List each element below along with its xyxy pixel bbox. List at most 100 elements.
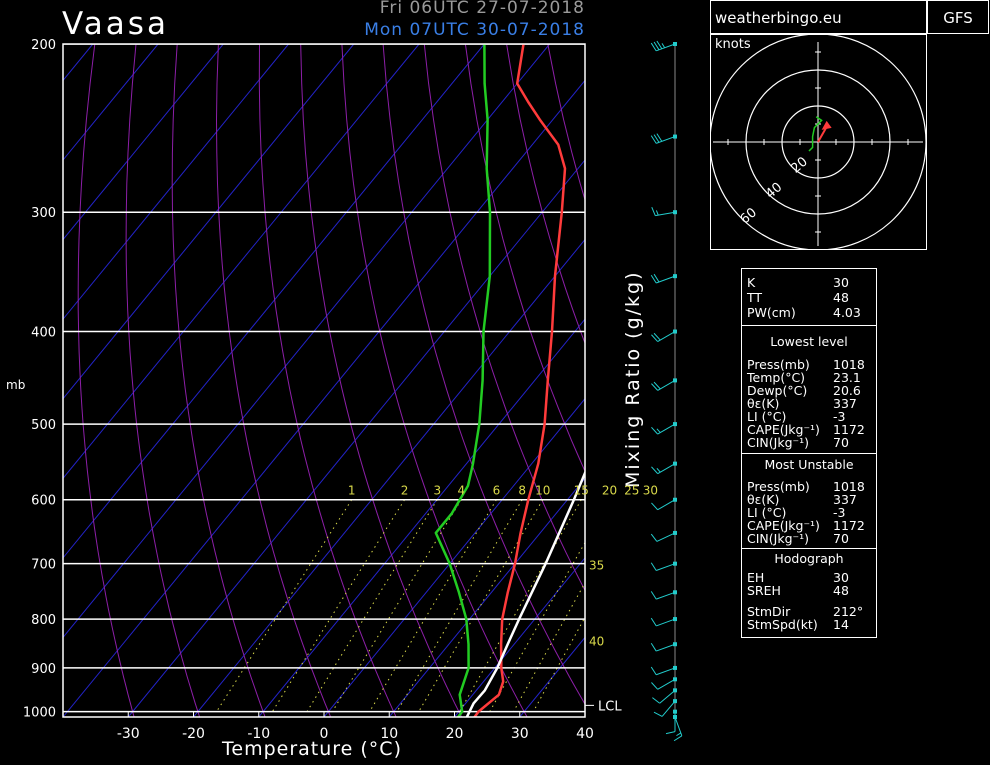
isotherm-line	[63, 44, 485, 559]
hodograph-chart: 204060	[711, 35, 926, 249]
pressure-tick-label: 600	[31, 494, 56, 509]
isotherm-line	[127, 159, 585, 717]
side-label: 40	[589, 634, 604, 648]
wind-barb-half-feather	[656, 428, 661, 433]
dry-adiabat-line	[423, 44, 585, 592]
mixing-ratio-label: 4	[457, 484, 465, 498]
hodograph-heading: Hodograph	[774, 551, 844, 566]
unstable-row: CIN(Jkg⁻¹) 70	[747, 531, 849, 546]
index-row-pw: PW(cm) 4.03	[747, 305, 861, 320]
isotherm-line	[63, 44, 159, 161]
temperature-tick-label: 0	[320, 726, 329, 742]
wind-barb	[656, 667, 676, 676]
lcl-label: LCL	[598, 699, 622, 714]
wind-barb	[656, 532, 676, 542]
hodograph-ring-label: 20	[788, 154, 810, 176]
mixing-ratio-label: 30	[643, 484, 658, 498]
dry-adiabat-line	[258, 44, 397, 717]
isotherm-line	[0, 44, 28, 717]
wind-barb	[657, 499, 676, 511]
indices-panel: K 30 TT 48 PW(cm) 4.03 Lowest level Press(m…	[741, 268, 877, 638]
dry-adiabat-line	[960, 44, 990, 717]
wind-barb-feather	[673, 735, 683, 742]
hodograph-panel: knots 20 40 60	[710, 34, 927, 250]
isotherm-line	[63, 79, 585, 717]
wind-barb	[659, 689, 676, 704]
dry-adiabat-line	[171, 44, 266, 717]
mixing-ratio-label: 1	[348, 484, 356, 498]
model-name: GFS	[927, 0, 989, 34]
wind-barb-feather	[651, 206, 656, 216]
mixing-ratio-label: 8	[518, 484, 526, 498]
mixing-ratio-label: 25	[624, 484, 639, 498]
wind-barb	[674, 716, 683, 736]
wind-barb-feather	[650, 533, 658, 542]
wind-barb-feather	[650, 591, 657, 600]
pressure-tick-label: 900	[31, 662, 56, 677]
lowest-level-heading: Lowest level	[770, 334, 848, 349]
index-row-tt: TT 48	[747, 290, 849, 305]
wind-barb-feather	[653, 711, 663, 717]
mixing-ratio-label: 10	[535, 484, 550, 498]
wind-barb-feather	[650, 562, 657, 571]
temperature-tick-label: -20	[182, 726, 205, 742]
wind-barb	[656, 563, 676, 571]
wind-barb-feather	[651, 426, 659, 435]
wind-barb-feather	[665, 731, 676, 735]
mixing-ratio-line	[369, 499, 497, 712]
plot-frame	[62, 43, 586, 718]
wind-barb-feather	[651, 502, 659, 511]
pressure-tick-label: 800	[31, 613, 56, 628]
most-unstable-heading: Most Unstable	[764, 457, 854, 472]
wind-barb	[656, 275, 676, 284]
dry-adiabat-line	[125, 44, 201, 717]
site-name: weatherbingo.eu	[710, 0, 927, 34]
wind-barb-feather	[650, 617, 657, 627]
temperature-tick-label: -10	[247, 726, 270, 742]
hodograph-ring-label: 60	[738, 205, 760, 227]
mixing-ratio-label: 3	[433, 484, 441, 498]
hodo-row: StmSpd(kt) 14	[747, 617, 849, 632]
side-label: 35	[589, 559, 604, 573]
pressure-tick-label: 300	[31, 206, 56, 221]
pressure-tick-label: 200	[31, 38, 56, 53]
mixing-ratio-label: 6	[493, 484, 501, 498]
wind-barb-half-feather	[676, 732, 682, 737]
storm-motion-arrowhead	[821, 120, 832, 130]
wind-barb-half-feather	[661, 43, 666, 49]
isotherm-line	[63, 44, 550, 639]
dry-adiabat-line	[918, 44, 990, 717]
wind-barb-feather	[650, 666, 657, 676]
mixing-ratio-line	[513, 581, 585, 712]
dry-adiabat-line	[77, 44, 135, 717]
wind-barb	[657, 678, 676, 690]
hodograph-trace	[808, 116, 823, 152]
isotherm-line	[193, 238, 585, 717]
mixing-ratio-label: 2	[401, 484, 409, 498]
wind-barb-feather	[651, 466, 659, 474]
hodograph-ring-label: 40	[763, 180, 785, 202]
index-row-k: K 30	[747, 275, 849, 290]
wind-barb	[656, 591, 676, 600]
temperature-tick-label: 30	[511, 726, 529, 742]
pressure-tick-label: 400	[31, 326, 56, 341]
pressure-tick-label: 1000	[23, 706, 56, 721]
temperature-tick-label: -30	[117, 726, 140, 742]
wind-barb-feather	[651, 682, 659, 690]
dry-adiabat-line	[341, 44, 528, 717]
mixing-ratio-line	[216, 499, 353, 712]
temperature-tick-label: 20	[446, 726, 464, 742]
mixing-ratio-label: 20	[602, 484, 617, 498]
mixing-ratio-line	[331, 499, 462, 712]
wind-barb-half-feather	[655, 210, 659, 216]
sounding-page: Vaasa Fri 06UTC 27-07-2018 Mon 07UTC 30-…	[0, 0, 990, 765]
temperature-tick-label: 10	[380, 726, 398, 742]
mixing-ratio-line	[306, 499, 438, 712]
wind-barb-half-feather	[656, 467, 661, 473]
hodo-row: SREH 48	[747, 583, 849, 598]
lowest-row: CIN(Jkg⁻¹) 70	[747, 435, 849, 450]
pressure-tick-label: 700	[31, 558, 56, 573]
mixing-ratio-label: 15	[574, 484, 589, 498]
pressure-tick-label: 500	[31, 418, 56, 433]
mixing-ratio-line	[271, 499, 406, 712]
